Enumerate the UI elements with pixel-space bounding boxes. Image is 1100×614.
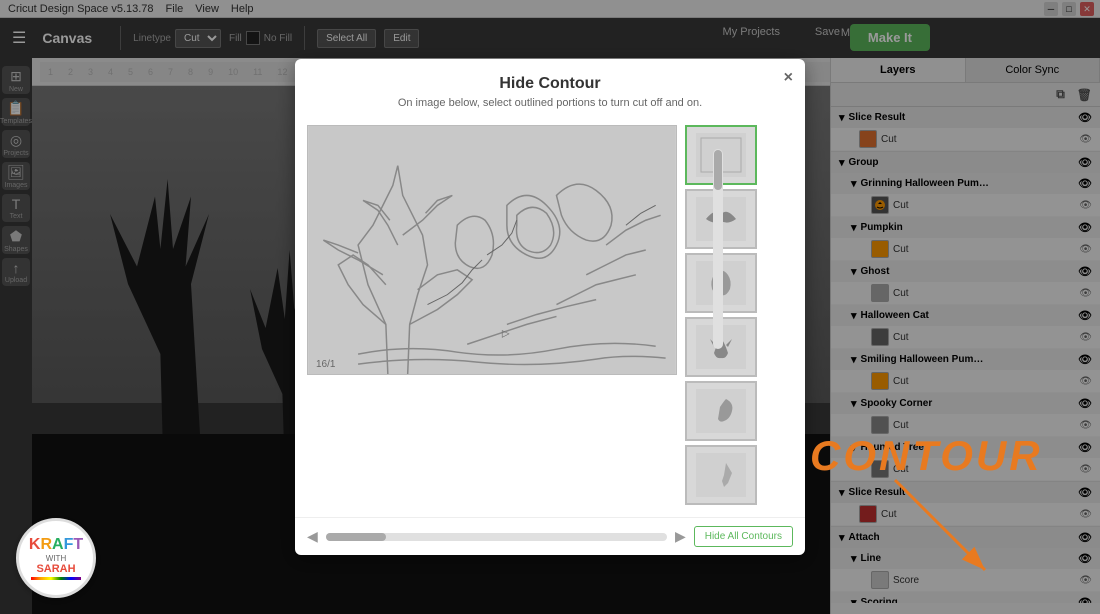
brand-with-text: WITH: [46, 554, 66, 563]
nav-next-arrow[interactable]: ▶: [675, 528, 686, 545]
modal-body: ▷ 16/1: [295, 113, 805, 517]
contour-canvas[interactable]: ▷ 16/1: [307, 125, 677, 375]
svg-text:▷: ▷: [502, 328, 510, 339]
modal-footer: ◀ ▶ Hide All Contours: [295, 517, 805, 555]
brand-sarah-text: SARAH: [36, 563, 75, 575]
modal-subtitle: On image below, select outlined portions…: [398, 97, 702, 109]
hide-all-contours-button[interactable]: Hide All Contours: [694, 526, 793, 547]
contour-thumbnails: [685, 125, 765, 505]
horizontal-scrollbar-track[interactable]: [326, 533, 667, 541]
brand-logo: K R A F T WITH SARAH: [16, 518, 96, 598]
modal-overlay[interactable]: Hide Contour On image below, select outl…: [0, 0, 1100, 614]
nav-prev-arrow[interactable]: ◀: [307, 528, 318, 545]
modal-scrollbar-area: ◀ ▶ Hide All Contours: [307, 526, 793, 547]
thumb-item-5[interactable]: [685, 381, 757, 441]
contour-annotation-label: CONTOUR: [810, 432, 1043, 480]
horizontal-scrollbar-thumb[interactable]: [326, 533, 386, 541]
hide-contour-modal: Hide Contour On image below, select outl…: [295, 59, 805, 555]
modal-title: Hide Contour: [499, 75, 600, 93]
vertical-scrollbar-thumb[interactable]: [714, 150, 722, 190]
page-indicator: 16/1: [316, 359, 335, 370]
modal-header: Hide Contour On image below, select outl…: [295, 59, 805, 113]
vertical-scrollbar-track[interactable]: [713, 149, 723, 349]
brand-underline: [31, 577, 81, 580]
modal-close-button[interactable]: ×: [784, 69, 793, 87]
thumb-item-6[interactable]: [685, 445, 757, 505]
brand-kraft-text: K R A F T: [29, 536, 83, 554]
